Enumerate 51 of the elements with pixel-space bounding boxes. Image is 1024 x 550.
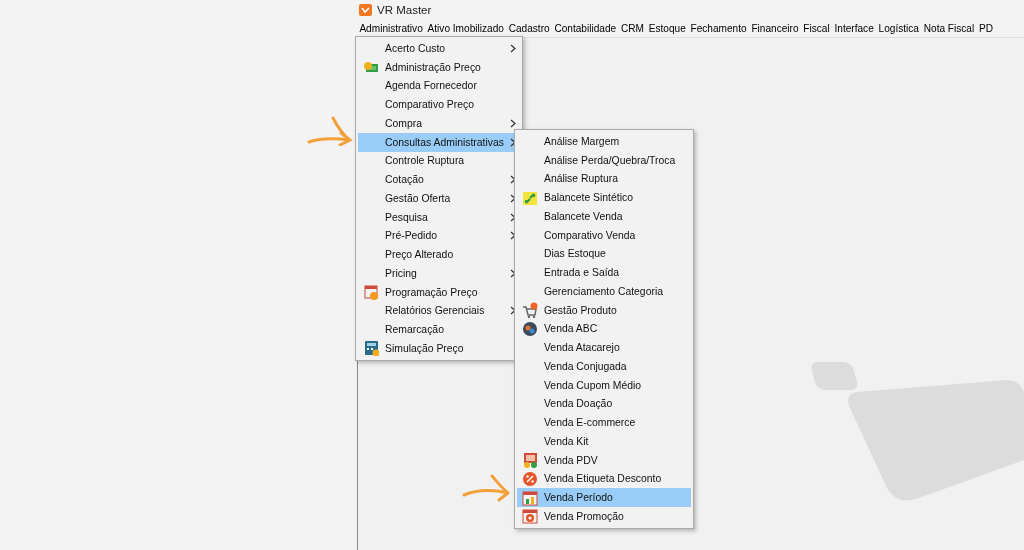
- globe-icon: [522, 320, 538, 337]
- monitor-icon: [522, 452, 538, 469]
- menu-item[interactable]: Venda Kit: [517, 432, 692, 451]
- menu-item[interactable]: Venda Cupom Médio: [517, 375, 692, 395]
- menu-bar-item[interactable]: Estoque: [646, 20, 689, 36]
- cart-icon: [522, 302, 538, 319]
- menu-item[interactable]: Venda Atacarejo: [517, 338, 692, 357]
- menu-bar-item[interactable]: Administrativo: [357, 20, 426, 36]
- pointer-arrow: [307, 116, 353, 146]
- menu-bar-item[interactable]: Nota Fiscal: [921, 20, 977, 36]
- menu-item[interactable]: Análise Ruptura: [517, 169, 692, 189]
- menu-item[interactable]: Análise Perda/Quebra/Troca: [517, 150, 692, 170]
- calendar-icon: [522, 508, 538, 525]
- menu-bar-item[interactable]: Logística: [876, 20, 922, 36]
- menu-item[interactable]: Balancete Sintético: [517, 188, 692, 207]
- menu-item[interactable]: Comparativo Preço: [358, 95, 520, 114]
- menu-bar-item[interactable]: PD: [976, 20, 996, 36]
- menu-item[interactable]: Compra: [358, 114, 520, 133]
- menu-item[interactable]: Gerenciamento Categoria: [517, 282, 692, 301]
- menu-item[interactable]: Venda E-commerce: [517, 413, 692, 432]
- menu-bar-item[interactable]: CRM: [618, 20, 647, 36]
- menu-bar-item[interactable]: Contabilidade: [552, 20, 619, 36]
- menu-item[interactable]: Administração Preço: [358, 57, 520, 77]
- menu-item[interactable]: Venda ABC: [517, 319, 692, 339]
- menu-item[interactable]: Venda Doação: [517, 394, 692, 414]
- percent-icon: [522, 470, 538, 487]
- menu-item[interactable]: Venda Promoção: [517, 507, 692, 526]
- menu-item[interactable]: Venda Etiqueta Desconto: [517, 469, 692, 489]
- menu-item[interactable]: Entrada e Saída: [517, 263, 692, 282]
- menu-item[interactable]: Balancete Venda: [517, 207, 692, 226]
- menu-bar-item[interactable]: Fiscal: [800, 20, 833, 36]
- menu-bar-item[interactable]: Interface: [832, 20, 877, 36]
- menu-bar-item[interactable]: Cadastro: [506, 20, 552, 36]
- menu-bar-item[interactable]: Fechamento: [688, 20, 750, 36]
- calculator-icon: [363, 340, 379, 357]
- calendar-icon: [363, 284, 379, 301]
- menu-item[interactable]: Comparativo Venda: [517, 225, 692, 245]
- menu-item[interactable]: Venda PDV: [517, 450, 692, 470]
- menu-bar-item[interactable]: Ativo Imobilizado: [425, 20, 507, 36]
- menu-item[interactable]: Acerto Custo: [358, 39, 520, 58]
- menu-bar-item[interactable]: Financeiro: [749, 20, 801, 36]
- menu-item[interactable]: Dias Estoque: [517, 244, 692, 264]
- menu-item[interactable]: Venda Período: [517, 488, 692, 507]
- calendar-icon: [522, 489, 538, 506]
- pointer-arrow: [462, 473, 512, 503]
- menu-item[interactable]: Agenda Fornecedor: [358, 76, 520, 96]
- menu-item[interactable]: Venda Conjugada: [517, 357, 692, 376]
- arrows-icon: [522, 189, 538, 206]
- window-title: VR Master: [377, 3, 432, 16]
- menu-item[interactable]: Análise Margem: [517, 132, 692, 151]
- menu-item[interactable]: Gestão Produto: [517, 300, 692, 320]
